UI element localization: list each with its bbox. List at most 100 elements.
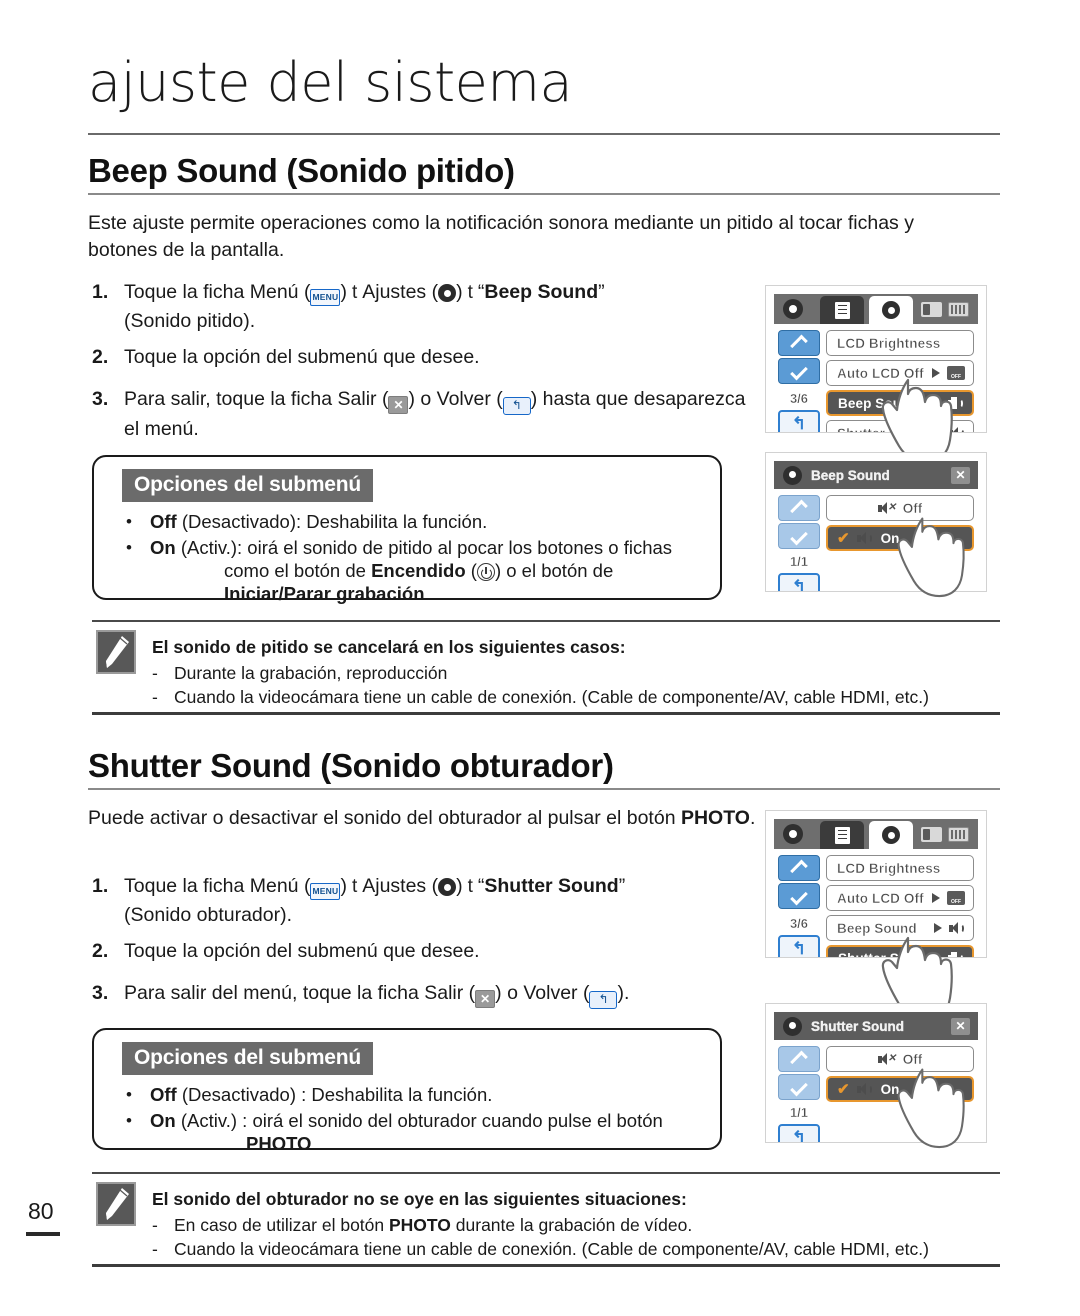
step-text: Para salir, toque la ficha Salir (✕) o V… bbox=[124, 385, 752, 443]
menu-row-beep-sound[interactable]: Beep Sound bbox=[826, 390, 974, 416]
note-pencil-icon bbox=[96, 1182, 136, 1226]
menu-row-beep-sound[interactable]: Beep Sound bbox=[826, 915, 974, 941]
tab-document[interactable] bbox=[820, 821, 864, 849]
scroll-down-button[interactable] bbox=[778, 523, 820, 549]
back-button[interactable]: ↰ bbox=[778, 573, 820, 591]
gear-icon bbox=[882, 301, 900, 319]
menu-row-auto-lcd-off[interactable]: Auto LCD Off bbox=[826, 360, 974, 386]
submenu-row-off[interactable]: ✕ Off bbox=[826, 495, 974, 521]
scroll-down-button[interactable] bbox=[778, 1074, 820, 1100]
option-item-on: • On (Activ.): oirá el sonido de pitido … bbox=[126, 535, 706, 560]
note-divider-top-shutter bbox=[92, 1172, 1000, 1174]
chevron-down-icon bbox=[791, 1083, 807, 1092]
arrow-right-icon bbox=[933, 398, 941, 408]
arrow-glyph-2: t bbox=[467, 282, 473, 303]
close-icon[interactable]: ✕ bbox=[951, 1017, 970, 1035]
arrow-right-icon bbox=[932, 368, 940, 378]
step-tail: ). bbox=[617, 982, 630, 1004]
quote-close: ” bbox=[618, 875, 626, 897]
section-divider-beep bbox=[88, 193, 1000, 195]
option-continuation-2: Iniciar/Parar grabación. bbox=[224, 581, 714, 606]
step-number: 3. bbox=[92, 388, 109, 410]
submenu-row-on[interactable]: ✔ On bbox=[826, 1076, 974, 1102]
note-divider-bottom-beep bbox=[92, 712, 1000, 715]
section-heading-beep: Beep Sound (Sonido pitido) bbox=[88, 152, 515, 189]
scroll-down-button[interactable] bbox=[778, 358, 820, 384]
back-button[interactable]: ↰ bbox=[778, 410, 820, 432]
option-value: Off bbox=[150, 511, 177, 532]
scroll-up-button[interactable] bbox=[778, 495, 820, 521]
step-text-mid: ) o Volver ( bbox=[495, 982, 590, 1004]
scroll-down-button[interactable] bbox=[778, 883, 820, 909]
menu-icon: MENU bbox=[310, 883, 341, 900]
submenu-row-on[interactable]: ✔ On bbox=[826, 525, 974, 551]
lcd-screen-shutter-submenu: Shutter Sound ✕ 1/1 ↰ ✕ Off ✔ On bbox=[765, 1003, 987, 1143]
lcd-top-bar bbox=[774, 294, 978, 324]
chevron-down-icon bbox=[791, 532, 807, 541]
settings-gear-icon bbox=[783, 824, 803, 844]
bullet: • bbox=[126, 538, 132, 557]
menu-row-label: Auto LCD Off bbox=[837, 365, 924, 381]
menu-row-shutter-sound[interactable]: Shutter Sound bbox=[826, 945, 974, 957]
note-bold: PHOTO bbox=[389, 1215, 451, 1235]
gear-icon bbox=[438, 284, 457, 302]
close-icon[interactable]: ✕ bbox=[951, 466, 970, 484]
tab-document[interactable] bbox=[820, 296, 864, 324]
menu-row-right bbox=[949, 426, 965, 432]
submenu-options-box-shutter: Opciones del submenú • Off (Desactivado)… bbox=[92, 1028, 722, 1154]
step-text: Toque la opción del submenú que desee. bbox=[124, 346, 480, 368]
scroll-up-button[interactable] bbox=[778, 1046, 820, 1072]
option-text: Off (Desactivado) : Deshabilita la funci… bbox=[150, 1082, 706, 1107]
cont-pre: como el botón de bbox=[224, 560, 372, 581]
tab-settings[interactable] bbox=[869, 821, 913, 849]
settings-gear-icon bbox=[783, 299, 803, 319]
note-item: - Cuando la videocámara tiene un cable d… bbox=[152, 1237, 1002, 1261]
speaker-icon bbox=[856, 1082, 873, 1096]
exit-icon: ✕ bbox=[388, 396, 409, 414]
menu-row-lcd-brightness[interactable]: LCD Brightness bbox=[826, 855, 974, 881]
step-number: 2. bbox=[92, 346, 109, 368]
cont-post: ) o el botón de bbox=[494, 560, 614, 581]
lcd-inner: 3/6 ↰ LCD Brightness Auto LCD Off Beep S… bbox=[774, 819, 978, 957]
lcd-screen-beep-menu: 3/6 ↰ LCD Brightness Auto LCD Off Beep S… bbox=[765, 285, 987, 433]
option-value: On bbox=[150, 537, 176, 558]
document-icon bbox=[834, 826, 850, 844]
back-button[interactable]: ↰ bbox=[778, 1124, 820, 1142]
menu-row-lcd-brightness[interactable]: LCD Brightness bbox=[826, 330, 974, 356]
battery-icon bbox=[948, 827, 969, 842]
menu-row-auto-lcd-off[interactable]: Auto LCD Off bbox=[826, 885, 974, 911]
menu-row-right bbox=[932, 891, 965, 905]
lcd-screen-beep-submenu: Beep Sound ✕ 1/1 ↰ ✕ Off ✔ On bbox=[765, 452, 987, 592]
step-3-shutter: 3. Para salir del menú, toque la ficha S… bbox=[92, 979, 772, 1009]
menu-row-label: LCD Brightness bbox=[837, 335, 941, 351]
option-text: Off (Desactivado): Deshabilita la funció… bbox=[150, 509, 706, 534]
step-text-pre: Para salir del menú, toque la ficha Sali… bbox=[124, 982, 476, 1004]
scroll-up-button[interactable] bbox=[778, 330, 820, 356]
section-heading-shutter: Shutter Sound (Sonido obturador) bbox=[88, 747, 614, 784]
menu-row-shutter-sound[interactable]: Shutter Sound bbox=[826, 420, 974, 432]
memory-card-icon bbox=[921, 827, 942, 842]
menu-row-label: Auto LCD Off bbox=[837, 890, 924, 906]
scroll-up-button[interactable] bbox=[778, 855, 820, 881]
note-heading-shutter: El sonido del obturador no se oye en las… bbox=[152, 1189, 687, 1209]
speaker-icon bbox=[948, 951, 964, 957]
menu-row-label: Beep Sound bbox=[837, 920, 917, 936]
step-text: Toque la ficha Menú (MENU) t Ajustes () t “B… bbox=[124, 278, 752, 335]
option-desc: (Desactivado): Deshabilita la función. bbox=[176, 511, 488, 532]
lcd-off-icon bbox=[947, 366, 965, 380]
submenu-row-off[interactable]: ✕ Off bbox=[826, 1046, 974, 1072]
submenu-top-bar: Beep Sound ✕ bbox=[774, 461, 978, 489]
step-text-pre: Toque la ficha Menú ( bbox=[124, 281, 311, 303]
chevron-up-icon bbox=[791, 864, 807, 873]
step-text: Toque la opción del submenú que desee. bbox=[124, 940, 480, 962]
option-desc: (Desactivado) : Deshabilita la función. bbox=[176, 1084, 493, 1105]
tab-settings[interactable] bbox=[869, 296, 913, 324]
lcd-top-bar bbox=[774, 819, 978, 849]
cont-bold: PHOTO bbox=[246, 1133, 312, 1154]
submenu-row-label: On bbox=[880, 530, 900, 546]
quote-close: ” bbox=[598, 281, 605, 303]
step-tail: (Sonido pitido). bbox=[124, 310, 256, 332]
gear-icon bbox=[783, 465, 802, 485]
back-button[interactable]: ↰ bbox=[778, 935, 820, 957]
step-3-beep: 3. Para salir, toque la ficha Salir (✕) … bbox=[92, 385, 752, 443]
